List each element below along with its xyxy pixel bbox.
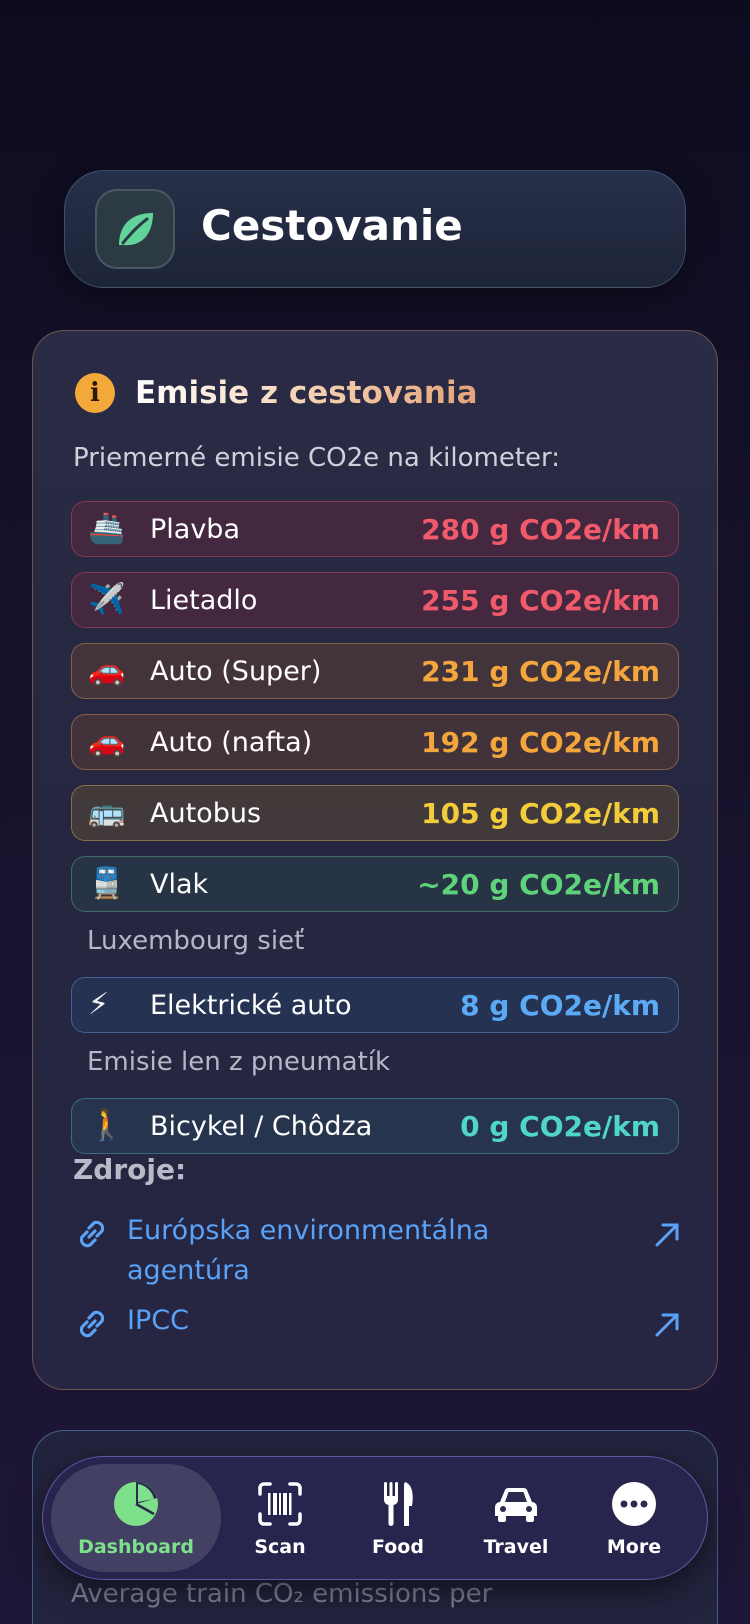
transport-icon: 🚢 xyxy=(88,511,126,546)
transport-icon: ✈️ xyxy=(88,582,126,617)
transport-icon: 🚶 xyxy=(88,1108,126,1143)
emission-value: 0 g CO2e/km xyxy=(460,1109,660,1143)
emission-row: ✈️ Lietadlo 255 g CO2e/km xyxy=(71,572,679,628)
page-title: Cestovanie xyxy=(201,201,463,250)
tab-scan[interactable]: Scan xyxy=(221,1464,339,1572)
source-link-eea[interactable]: Európska environmentálna agentúra xyxy=(73,1211,683,1291)
car-icon xyxy=(495,1487,537,1522)
tab-label: Scan xyxy=(254,1536,306,1558)
transport-label: Autobus xyxy=(150,797,262,829)
barcode-scan-icon xyxy=(258,1482,302,1526)
tab-bar: Dashboard Scan Food Travel More xyxy=(42,1456,708,1580)
transport-icon: 🚆 xyxy=(88,866,126,901)
source-label: Európska environmentálna agentúra xyxy=(127,1211,651,1291)
external-link-icon xyxy=(655,1223,679,1247)
link-icon xyxy=(79,1220,105,1248)
pie-chart-icon xyxy=(114,1482,158,1526)
transport-label: Auto (nafta) xyxy=(150,726,313,758)
emission-note: Luxembourg sieť xyxy=(87,926,305,956)
tab-travel[interactable]: Travel xyxy=(457,1464,575,1572)
emission-value: 105 g CO2e/km xyxy=(421,796,660,830)
emission-row: 🚢 Plavba 280 g CO2e/km xyxy=(71,501,679,557)
fork-knife-icon xyxy=(384,1482,413,1526)
source-line: agentúra xyxy=(127,1255,250,1286)
emission-row: 🚗 Auto (nafta) 192 g CO2e/km xyxy=(71,714,679,770)
card-subtitle: Priemerné emisie CO2e na kilometer: xyxy=(73,443,561,473)
emission-value: 255 g CO2e/km xyxy=(421,583,660,617)
emission-value: 8 g CO2e/km xyxy=(460,988,660,1022)
leaf-icon xyxy=(95,189,175,269)
emission-row: ⚡ Elektrické auto 8 g CO2e/km xyxy=(71,977,679,1033)
external-link-icon xyxy=(655,1313,679,1337)
source-line: Európska environmentálna xyxy=(127,1215,490,1246)
next-card-text: Average train CO₂ emissions per xyxy=(71,1579,493,1609)
transport-label: Lietadlo xyxy=(150,584,258,616)
emission-list: 🚢 Plavba 280 g CO2e/km ✈️ Lietadlo 255 g CO2e… xyxy=(71,501,679,1169)
tab-label: More xyxy=(606,1536,662,1558)
emission-row: 🚌 Autobus 105 g CO2e/km xyxy=(71,785,679,841)
transport-icon: ⚡ xyxy=(88,987,110,1022)
info-icon: i xyxy=(75,373,115,413)
emission-value: 192 g CO2e/km xyxy=(421,725,660,759)
transport-label: Auto (Super) xyxy=(150,655,322,687)
tab-label: Travel xyxy=(483,1536,549,1558)
source-label: IPCC xyxy=(127,1305,189,1336)
tab-label: Food xyxy=(372,1536,424,1558)
emission-row: 🚶 Bicykel / Chôdza 0 g CO2e/km xyxy=(71,1098,679,1154)
emission-value: 231 g CO2e/km xyxy=(421,654,660,688)
sources-title: Zdroje: xyxy=(73,1153,187,1186)
tab-more[interactable]: More xyxy=(575,1464,693,1572)
more-dots-icon xyxy=(612,1482,656,1526)
transport-label: Vlak xyxy=(150,868,209,900)
transport-label: Plavba xyxy=(150,513,240,545)
emission-row: 🚗 Auto (Super) 231 g CO2e/km xyxy=(71,643,679,699)
card-header: i Emisie z cestovania xyxy=(75,373,478,413)
card-title: Emisie z cestovania xyxy=(135,375,478,411)
link-icon xyxy=(79,1310,105,1338)
emission-value: ~20 g CO2e/km xyxy=(417,867,660,901)
emission-note: Emisie len z pneumatík xyxy=(87,1047,391,1077)
tab-food[interactable]: Food xyxy=(339,1464,457,1572)
section-header: Cestovanie xyxy=(64,170,686,288)
transport-icon: 🚗 xyxy=(88,724,126,759)
emission-value: 280 g CO2e/km xyxy=(421,512,660,546)
emission-row: 🚆 Vlak ~20 g CO2e/km xyxy=(71,856,679,912)
transport-label: Bicykel / Chôdza xyxy=(150,1110,373,1142)
tab-dashboard[interactable]: Dashboard xyxy=(51,1464,221,1572)
transport-icon: 🚗 xyxy=(88,653,126,688)
transport-icon: 🚌 xyxy=(88,795,126,830)
travel-emissions-card: i Emisie z cestovania Priemerné emisie C… xyxy=(32,330,718,1390)
source-link-ipcc[interactable]: IPCC xyxy=(73,1301,683,1343)
tab-label: Dashboard xyxy=(78,1536,194,1558)
transport-label: Elektrické auto xyxy=(150,989,352,1021)
